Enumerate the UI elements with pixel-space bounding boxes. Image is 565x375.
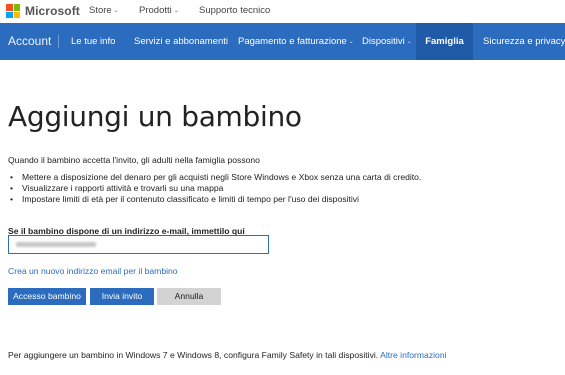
brand-name: Microsoft: [25, 4, 80, 18]
nav-item-family[interactable]: Famiglia: [416, 23, 473, 60]
topnav-products-label: Prodotti: [139, 5, 172, 16]
create-email-link[interactable]: Crea un nuovo indirizzo email per il bam…: [8, 266, 178, 276]
account-nav-title[interactable]: Account: [8, 23, 51, 60]
topnav-products[interactable]: Prodotti ⌄: [139, 5, 179, 16]
intro-text: Quando il bambino accetta l'invito, gli …: [8, 155, 260, 165]
nav-divider: [58, 35, 59, 48]
nav-item-your-info[interactable]: Le tue info: [71, 23, 115, 60]
footer-text: Per aggiungere un bambino in Windows 7 e…: [8, 350, 379, 360]
nav-item-payment[interactable]: Pagamento e fatturazione ⌄: [238, 23, 354, 60]
page-title: Aggiungi un bambino: [8, 100, 302, 133]
nav-item-security[interactable]: Sicurezza e privacy: [483, 23, 565, 60]
list-item: Visualizzare i rapporti attività e trova…: [8, 183, 421, 194]
send-invite-button[interactable]: Invia invito: [90, 288, 154, 305]
account-nav: Account Le tue info Servizi e abbonament…: [0, 23, 565, 60]
list-item: Mettere a disposizione del denaro per gl…: [8, 172, 421, 183]
nav-item-services[interactable]: Servizi e abbonamenti: [134, 23, 228, 60]
nav-item-devices[interactable]: Dispositivi ⌄: [362, 23, 412, 60]
child-signin-button[interactable]: Accesso bambino: [8, 288, 86, 305]
chevron-down-icon: ⌄: [173, 8, 179, 14]
benefits-list: Mettere a disposizione del denaro per gl…: [8, 172, 421, 205]
chevron-down-icon: ⌄: [113, 8, 119, 14]
topnav-store-label: Store: [89, 5, 112, 16]
topnav-store[interactable]: Store ⌄: [89, 5, 119, 16]
email-value-redacted: [16, 242, 96, 247]
microsoft-logo-icon: [6, 4, 20, 18]
top-bar: Microsoft Store ⌄ Prodotti ⌄ Supporto tecn…: [0, 0, 565, 22]
microsoft-logo[interactable]: Microsoft: [6, 4, 80, 18]
chevron-down-icon: ⌄: [348, 39, 354, 45]
topnav-support-label: Supporto tecnico: [199, 5, 271, 16]
list-item: Impostare limiti di età per il contenuto…: [8, 194, 421, 205]
cancel-button[interactable]: Annulla: [157, 288, 221, 305]
nav-item-devices-label: Dispositivi: [362, 36, 405, 47]
nav-item-payment-label: Pagamento e fatturazione: [238, 36, 347, 47]
chevron-down-icon: ⌄: [406, 39, 412, 45]
learn-more-link[interactable]: Altre informazioni: [380, 350, 446, 360]
topnav-support[interactable]: Supporto tecnico: [199, 5, 270, 16]
footer-note: Per aggiungere un bambino in Windows 7 e…: [8, 350, 447, 360]
